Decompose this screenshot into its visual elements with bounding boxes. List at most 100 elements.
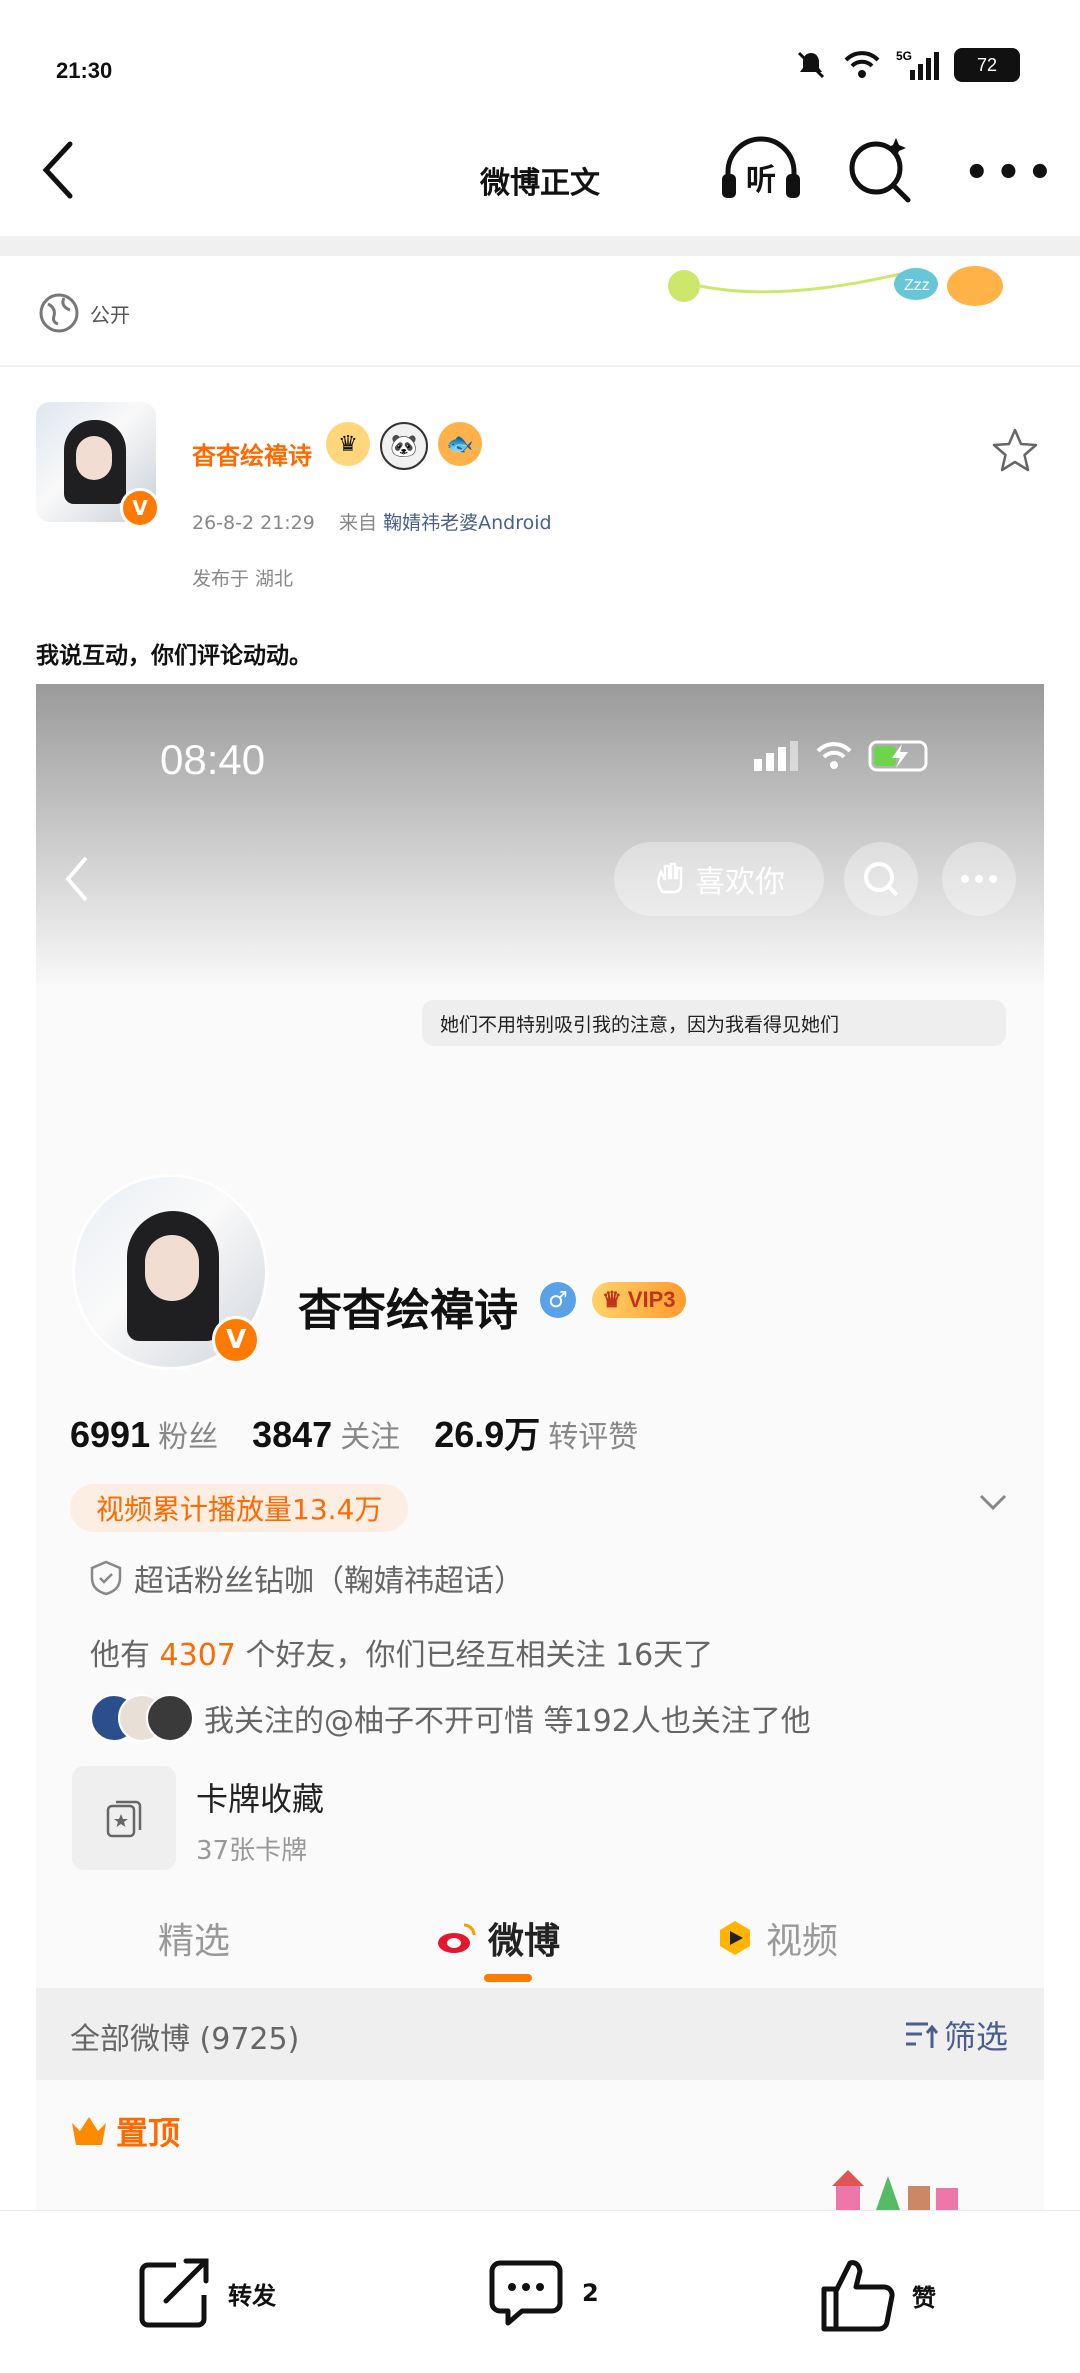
- shield-icon: [90, 1560, 122, 1596]
- globe-icon: [39, 293, 79, 333]
- search-icon[interactable]: [846, 134, 916, 204]
- filter-icon: [905, 2022, 938, 2048]
- battery-indicator: 72: [954, 48, 1020, 82]
- mutual-text: 我关注的@柚子不开可惜 等192人也关注了他: [204, 1704, 811, 1739]
- listen-button[interactable]: 听: [718, 134, 804, 208]
- favorite-star-icon[interactable]: [990, 426, 1040, 476]
- divider: [0, 365, 1080, 367]
- battery-charging-icon: [868, 740, 928, 772]
- comment-icon: [489, 2260, 563, 2326]
- wave-hand-icon: [657, 862, 683, 894]
- bottom-action-bar: 转发 2 赞: [0, 2210, 1080, 2373]
- all-weibo-bar: 全部微博 (9725) 筛选: [36, 1988, 1044, 2080]
- pinned-label: 置顶: [116, 2114, 181, 2152]
- comment-count: 2: [582, 2279, 599, 2307]
- visibility-label: 公开: [90, 302, 130, 327]
- image-back-icon: [65, 856, 88, 902]
- listen-label: 听: [746, 163, 776, 198]
- tab-active-indicator: [484, 1974, 532, 1982]
- supertopic-row: 超话粉丝钻咖（鞠婧祎超话）: [90, 1556, 524, 1600]
- card-collection-count: 37张卡牌: [196, 1836, 308, 1866]
- post-source[interactable]: 鞠婧祎老婆Android: [383, 512, 551, 534]
- repost-button[interactable]: 转发: [136, 2257, 276, 2329]
- username[interactable]: 杳杳绘禕诗: [192, 436, 312, 471]
- profile-stats: 6991 粉丝 3847 关注 26.9万 转评赞: [70, 1406, 638, 1458]
- page-title: 微博正文: [480, 166, 600, 201]
- tab-video-label: 视频: [766, 1921, 839, 1962]
- svg-text:5G: 5G: [896, 49, 912, 63]
- vip-label: VIP3: [627, 1287, 676, 1312]
- friends-suffix: 个好友，你们已经互相关注 16天了: [245, 1638, 714, 1673]
- weibo-logo-icon: [438, 1923, 476, 1953]
- friends-row: 他有 4307 个好友，你们已经互相关注 16天了: [90, 1630, 713, 1674]
- filter-button: 筛选: [904, 2012, 1008, 2058]
- signal-icon: 5G: [896, 49, 939, 80]
- more-icon: [961, 875, 997, 883]
- like-button[interactable]: 赞: [818, 2257, 936, 2333]
- repost-label: 转发: [228, 2281, 276, 2310]
- all-weibo-count: 全部微博 (9725): [70, 2022, 300, 2057]
- profile-bio: 她们不用特别吸引我的注意，因为我看得见她们: [422, 1000, 1006, 1046]
- search-icon: [864, 862, 899, 897]
- decoration-cat-icon: Zzz: [668, 266, 1003, 306]
- crown-badge-icon: ♛: [326, 422, 370, 466]
- divider: [0, 236, 1080, 256]
- image-more-button: [942, 842, 1016, 916]
- mute-icon: [797, 51, 825, 79]
- thumbs-up-icon: [821, 2260, 895, 2332]
- profile-verified-badge: V: [212, 1316, 260, 1364]
- filter-label: 筛选: [943, 2018, 1008, 2056]
- card-collection-title: 卡牌收藏: [196, 1780, 325, 1818]
- post-location: 发布于 湖北: [192, 568, 294, 590]
- pinned-label-row: 置顶: [70, 2108, 180, 2154]
- tab-weibo: 微博: [436, 1912, 560, 1964]
- verified-badge: V: [120, 488, 160, 528]
- tab-featured: 精选: [158, 1921, 231, 1962]
- signal-icon: [754, 741, 798, 771]
- image-status-icons: [754, 740, 934, 772]
- comment-button[interactable]: 2: [486, 2257, 599, 2329]
- post-image[interactable]: 08:40 喜欢你 她们不用特别吸引我的注意，因为我看得见她们 V 杳杳绘禕诗 …: [36, 684, 1044, 2210]
- panda-badge-icon: 🐼: [380, 422, 428, 470]
- male-gender-icon: ♂: [540, 1282, 576, 1318]
- wifi-icon: [844, 51, 880, 78]
- image-search-button: [844, 842, 918, 916]
- status-icons: 5G 72: [794, 48, 1020, 82]
- fish-badge-icon: 🐟: [438, 422, 482, 466]
- mutual-follow-row: 我关注的@柚子不开可惜 等192人也关注了他: [90, 1694, 811, 1742]
- decoration-houses-icon: [832, 2170, 958, 2210]
- headphone-icon: 听: [722, 136, 800, 198]
- image-status-time: 08:40: [160, 736, 266, 783]
- video-icon: [720, 1921, 750, 1955]
- like-you-button: 喜欢你: [614, 842, 824, 916]
- tab-weibo-label: 微博: [488, 1921, 561, 1962]
- video-play-count-tag: 视频累计播放量13.4万: [70, 1484, 409, 1532]
- stat-following: 3847 关注: [252, 1414, 401, 1455]
- card-collection-icon: [72, 1766, 176, 1870]
- post-timestamp: 26-8-2 21:29: [192, 512, 315, 534]
- chevron-down-icon: [979, 1494, 1007, 1511]
- user-badges: ♛ 🐼 🐟: [326, 422, 482, 470]
- from-label: 来自: [339, 512, 378, 534]
- post-meta: 26-8-2 21:29 来自 鞠婧祎老婆Android: [192, 508, 552, 535]
- share-icon: [139, 2258, 209, 2328]
- visibility-row: 公开: [38, 292, 130, 334]
- friends-count: 4307: [159, 1638, 236, 1673]
- stat-likes: 26.9万 转评赞: [434, 1414, 639, 1455]
- crown-icon: [72, 2117, 106, 2145]
- wifi-icon: [816, 742, 852, 769]
- profile-name: 杳杳绘禕诗: [298, 1285, 518, 1336]
- stat-followers: 6991 粉丝: [70, 1414, 219, 1455]
- post-text: 我说互动，你们评论动动。: [36, 643, 312, 669]
- profile-tabs: 精选 微博 视频: [36, 1904, 1044, 1974]
- more-icon[interactable]: •••: [964, 150, 1059, 196]
- mini-avatar: [146, 1694, 194, 1742]
- status-time: 21:30: [56, 58, 113, 83]
- image-header-gradient: [36, 684, 1044, 984]
- tab-video: 视频: [716, 1912, 838, 1964]
- like-label: 赞: [912, 2283, 936, 2312]
- supertopic-text: 超话粉丝钻咖（鞠婧祎超话）: [134, 1564, 524, 1599]
- vip-badge: ♛ VIP3: [592, 1282, 686, 1318]
- svg-text:Zzz: Zzz: [904, 277, 930, 294]
- like-you-label: 喜欢你: [695, 865, 785, 900]
